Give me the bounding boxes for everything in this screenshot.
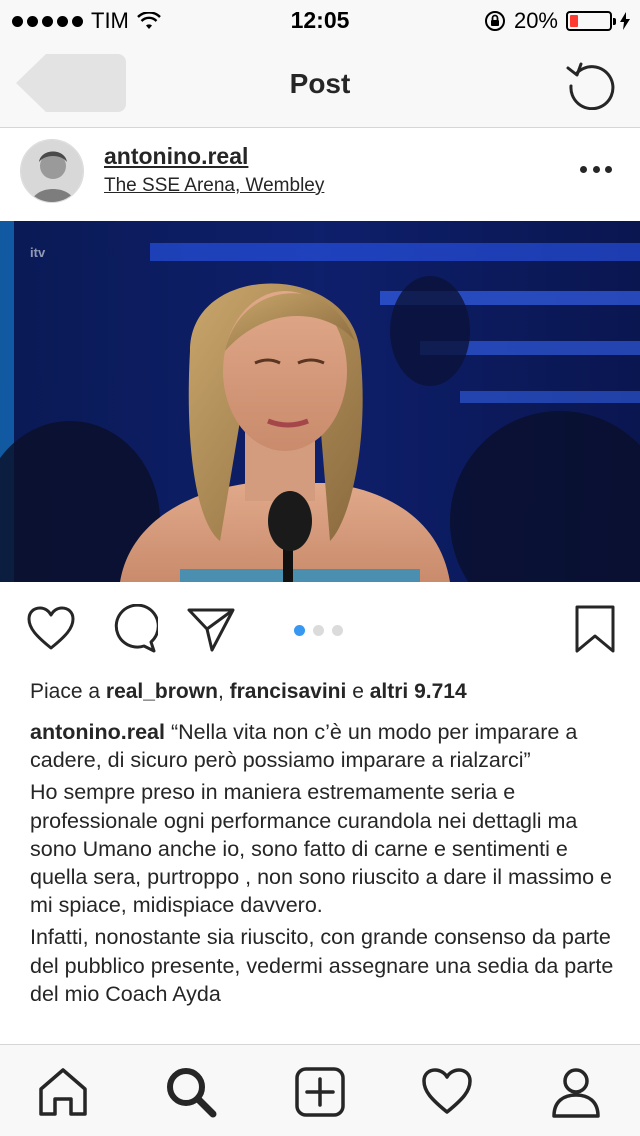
carousel-indicator (294, 625, 343, 636)
likes-summary[interactable]: Piace a real_brown, francisavini e altri… (30, 678, 620, 706)
likes-conjunction: e (352, 680, 364, 703)
battery-percent: 20% (513, 8, 558, 33)
refresh-icon[interactable] (566, 58, 618, 110)
likes-separator: , (217, 680, 224, 703)
post-caption: antonino.real “Nella vita non c’è un mod… (30, 718, 620, 1044)
charging-bolt-icon (620, 12, 630, 30)
post-location[interactable]: The SSE Arena, Wembley (104, 175, 324, 197)
add-post-icon[interactable] (293, 1065, 347, 1119)
comment-icon[interactable] (108, 604, 158, 654)
post-header: antonino.real The SSE Arena, Wembley (0, 129, 640, 221)
share-direct-icon[interactable] (186, 604, 236, 654)
profile-icon[interactable] (549, 1065, 603, 1119)
home-icon[interactable] (36, 1065, 90, 1119)
bottom-tab-bar (0, 1044, 640, 1136)
status-bar: TIM 12:05 20% (0, 0, 640, 40)
post-username[interactable]: antonino.real (104, 143, 248, 170)
avatar-image (21, 140, 83, 202)
activity-heart-icon[interactable] (420, 1065, 474, 1119)
carousel-dot (332, 625, 343, 636)
orientation-lock-icon (484, 11, 505, 31)
page-title: Post (289, 68, 351, 99)
like-heart-icon[interactable] (26, 604, 76, 654)
tv-channel-logo: itv (30, 245, 46, 260)
likes-prefix: Piace a (30, 680, 101, 703)
avatar[interactable] (20, 139, 84, 203)
battery-level (570, 15, 578, 27)
navigation-bar: Post (0, 40, 640, 128)
battery-area: 20% (484, 7, 630, 35)
likes-others-count[interactable]: altri 9.714 (370, 680, 467, 703)
post-photo (0, 221, 640, 582)
caption-intro: antonino.real “Nella vita non c’è un mod… (30, 718, 620, 774)
battery-icon (566, 11, 616, 31)
caption-paragraph: Ho sempre preso in maniera estremamente … (30, 780, 613, 918)
caption-username[interactable]: antonino.real (30, 720, 165, 744)
liker-username[interactable]: real_brown (106, 680, 218, 703)
caption-paragraph: Infatti, nonostante sia riuscito, con gr… (30, 925, 614, 1006)
bookmark-icon[interactable] (570, 604, 620, 654)
post-media[interactable]: itv (0, 221, 640, 582)
liker-username[interactable]: francisavini (230, 680, 347, 703)
carousel-dot (313, 625, 324, 636)
more-options-icon[interactable] (580, 163, 612, 175)
search-icon[interactable] (164, 1065, 218, 1119)
carousel-dot-active (294, 625, 305, 636)
